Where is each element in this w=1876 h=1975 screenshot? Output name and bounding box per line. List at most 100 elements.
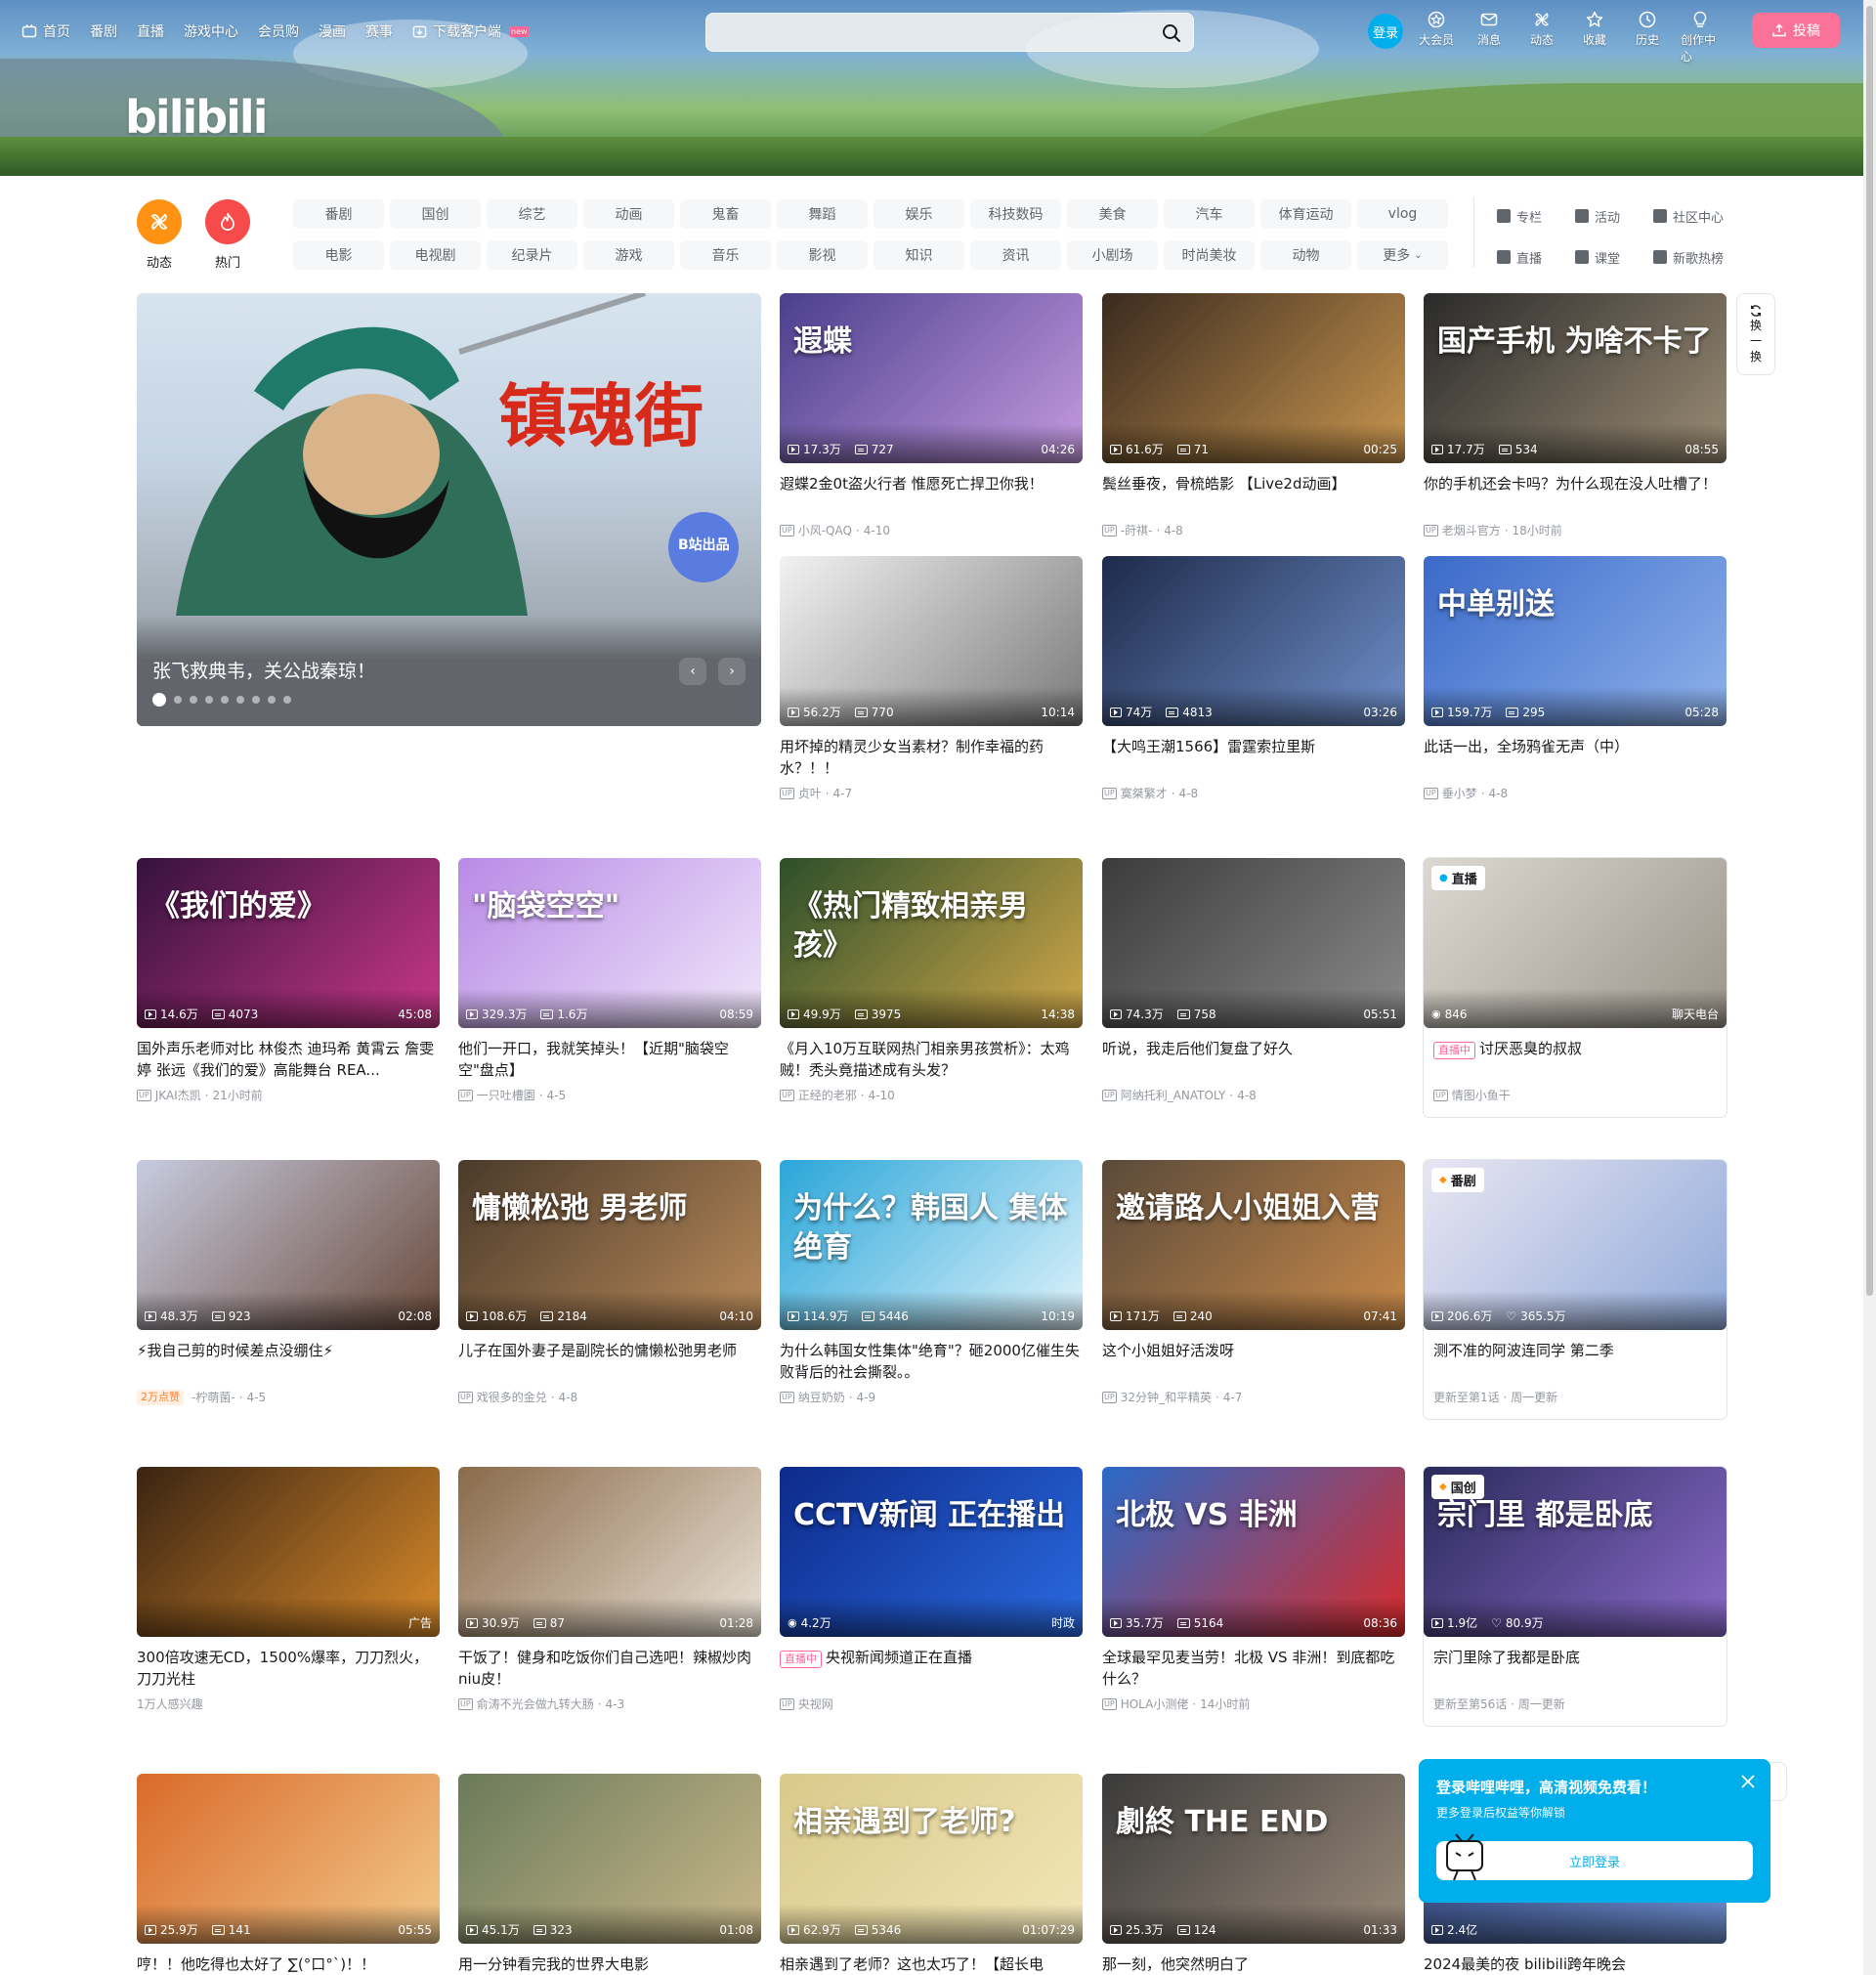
video-title-text[interactable]: 全球最罕见麦当劳！北极 VS 非洲！到底都吃什么？ (1102, 1649, 1394, 1688)
video-card[interactable]: 相亲遇到了老师? 62.9万 5346 01:07:29 相亲遇到了老师？这也太巧了！【… (780, 1774, 1083, 1975)
creator-center-link[interactable]: 创作中心 (1681, 10, 1720, 64)
video-title-text[interactable]: 《月入10万互联网热门相亲男孩赏析》：太鸡贼！秃头竟描述成有头发？ (780, 1040, 1070, 1079)
uploader-name[interactable]: 老烟斗官方 (1442, 522, 1501, 538)
uploader-name[interactable]: 一只吐槽園 (477, 1087, 535, 1103)
video-title[interactable]: 【大鸣王潮1566】雷霆索拉里斯 (1102, 736, 1405, 779)
video-card[interactable]: 45.1万 323 01:08 用一分钟看完我的世界大电影 (458, 1774, 761, 1975)
channel-item[interactable]: vlog (1357, 199, 1448, 229)
video-card[interactable]: 劇終 THE END 25.3万 124 01:33 那一刻，他突然明白了 (1102, 1774, 1405, 1975)
nav-match[interactable]: 赛事 (365, 21, 393, 41)
video-title-text[interactable]: 儿子在国外妻子是副院长的慵懒松弛男老师 (458, 1342, 737, 1359)
channel-item[interactable]: 体育运动 (1260, 199, 1351, 229)
video-card[interactable]: 25.9万 141 05:55 哼！！他吃得也太好了 ∑(°口°`)！！ (137, 1774, 440, 1975)
video-title-text[interactable]: 鬓丝垂夜，骨梳皓影 【Live2d动画】 (1102, 475, 1345, 493)
nav-manga[interactable]: 漫画 (319, 21, 346, 41)
uploader-name[interactable]: 戏很多的金兑 (477, 1389, 547, 1405)
tool-music-chart[interactable]: 新歌热榜 (1653, 242, 1751, 272)
video-title[interactable]: 鬓丝垂夜，骨梳皓影 【Live2d动画】 (1102, 473, 1405, 516)
tool-community[interactable]: 社区中心 (1653, 201, 1751, 231)
video-thumbnail[interactable]: CCTV新闻 正在播出 ◉ 4.2万 时政 (780, 1467, 1083, 1637)
carousel-dot[interactable] (190, 696, 197, 704)
nav-bangumi[interactable]: 番剧 (90, 21, 117, 41)
video-title[interactable]: 这个小姐姐好活泼呀 (1102, 1340, 1405, 1383)
history-link[interactable]: 历史 (1628, 10, 1667, 48)
uploader-name[interactable]: -柠萌菌- (192, 1389, 235, 1405)
video-thumbnail[interactable]: ● 直播 ◉ 846 聊天电台 (1424, 858, 1727, 1028)
video-thumbnail[interactable]: 宗门里 都是卧底 ◆ 国创 1.9亿 ♡ 80.9万 (1424, 1467, 1727, 1637)
channel-item[interactable]: 小剧场 (1067, 240, 1158, 270)
video-thumbnail[interactable]: 74万 4813 03:26 (1102, 556, 1405, 726)
login-avatar-button[interactable]: 登录 (1368, 14, 1403, 49)
carousel-dot[interactable] (236, 696, 244, 704)
uploader-name[interactable]: 阿纳托利_ANATOLY (1121, 1087, 1226, 1103)
channel-more-button[interactable]: 更多 ⌄ (1357, 240, 1448, 270)
video-thumbnail[interactable]: 为什么？韩国人 集体绝育 114.9万 5446 10:19 (780, 1160, 1083, 1330)
video-title[interactable]: 哼！！他吃得也太好了 ∑(°口°`)！！ (137, 1954, 440, 1975)
channel-item[interactable]: 影视 (777, 240, 868, 270)
uploader-name[interactable]: JKAI杰凯 (155, 1087, 201, 1103)
uploader-name[interactable]: 垂小梦 (1442, 785, 1477, 801)
video-title-text[interactable]: 宗门里除了我都是卧底 (1433, 1649, 1580, 1666)
video-title-text[interactable]: 2024最美的夜 bilibili跨年晚会 (1424, 1955, 1626, 1973)
chevron-right-icon[interactable]: › (718, 658, 746, 685)
video-card[interactable]: 宗门里 都是卧底 ◆ 国创 1.9亿 ♡ 80.9万 宗门里除了我都是卧底 更新至第56话 ·… (1424, 1467, 1727, 1726)
video-card[interactable]: 74.3万 758 05:51 听说，我走后他们复盘了好久 UP 阿纳托利_ANATOLY… (1102, 858, 1405, 1103)
video-thumbnail[interactable]: "脑袋空空" 329.3万 1.6万 08:59 (458, 858, 761, 1028)
video-thumbnail[interactable]: 48.3万 923 02:08 (137, 1160, 440, 1330)
video-card[interactable]: ◆ 番剧 206.6万 ♡ 365.5万 测不准的阿波连同学 第二季 更新至第1话 · 周一… (1424, 1160, 1727, 1419)
video-title-text[interactable]: 央视新闻频道正在直播 (826, 1649, 972, 1666)
video-card[interactable]: 为什么？韩国人 集体绝育 114.9万 5446 10:19 为什么韩国女性集体"绝育"… (780, 1160, 1083, 1405)
uploader-name[interactable]: 小风-QAQ (798, 522, 852, 538)
uploader-name[interactable]: 贞叶 (798, 785, 822, 801)
video-title[interactable]: ⚡我自己剪的时候差点没绷住⚡ (137, 1340, 440, 1383)
channel-item[interactable]: 综艺 (487, 199, 577, 229)
video-title-text[interactable]: 哼！！他吃得也太好了 ∑(°口°`)！！ (137, 1955, 375, 1973)
channel-item[interactable]: 电视剧 (390, 240, 481, 270)
carousel-dot[interactable] (283, 696, 291, 704)
video-card[interactable]: 遐蝶 17.3万 727 04:26 遐蝶2金0t盗火行者 惟愿死亡捍卫你我！ UP 小风-… (780, 293, 1083, 538)
channel-item[interactable]: 音乐 (680, 240, 771, 270)
refresh-button[interactable]: 换 一 换 (1736, 293, 1775, 375)
nav-game[interactable]: 游戏中心 (184, 21, 238, 41)
video-title[interactable]: 相亲遇到了老师？这也太巧了！【超长电 (780, 1954, 1083, 1975)
video-title-text[interactable]: 用一分钟看完我的世界大电影 (458, 1955, 649, 1973)
channel-item[interactable]: 美食 (1067, 199, 1158, 229)
video-title-text[interactable]: 相亲遇到了老师？这也太巧了！【超长电 (780, 1955, 1044, 1973)
channel-item[interactable]: 舞蹈 (777, 199, 868, 229)
video-card[interactable]: 邀请路人小姐姐入营 171万 240 07:41 这个小姐姐好活泼呀 UP 32分钟_和平精… (1102, 1160, 1405, 1405)
video-title[interactable]: 儿子在国外妻子是副院长的慵懒松弛男老师 (458, 1340, 761, 1383)
video-thumbnail[interactable]: 广告 (137, 1467, 440, 1637)
uploader-name[interactable]: 正经的老邪 (798, 1087, 857, 1103)
chevron-left-icon[interactable]: ‹ (679, 658, 706, 685)
channel-item[interactable]: 汽车 (1164, 199, 1255, 229)
video-thumbnail[interactable]: 慵懒松弛 男老师 108.6万 2184 04:10 (458, 1160, 761, 1330)
tool-activity[interactable]: 活动 (1575, 201, 1653, 231)
video-title-text[interactable]: 测不准的阿波连同学 第二季 (1433, 1342, 1614, 1359)
uploader-name[interactable]: 情图小鱼干 (1452, 1087, 1511, 1103)
video-card[interactable]: 56.2万 770 10:14 用坏掉的精灵少女当素材？制作幸福的药水？！！ UP 贞叶 ·… (780, 556, 1083, 801)
video-title[interactable]: 直播中 讨厌恶臭的叔叔 (1424, 1038, 1727, 1081)
channel-item[interactable]: 娱乐 (874, 199, 964, 229)
video-title[interactable]: 干饭了！健身和吃饭你们自己选吧！辣椒炒肉niu皮！ (458, 1647, 761, 1690)
tool-course[interactable]: 课堂 (1575, 242, 1653, 272)
channel-item[interactable]: 电影 (293, 240, 384, 270)
hero-carousel[interactable]: 镇魂街 B站出品 张飞救典韦，关公战秦琼！ ‹ › (137, 293, 761, 726)
video-thumbnail[interactable]: 30.9万 87 01:28 (458, 1467, 761, 1637)
channel-dynamic[interactable]: 动态 (137, 199, 182, 271)
video-title[interactable]: 那一刻，他突然明白了 (1102, 1954, 1405, 1975)
video-card[interactable]: 61.6万 71 00:25 鬓丝垂夜，骨梳皓影 【Live2d动画】 UP -莳祺- · 4… (1102, 293, 1405, 538)
video-title[interactable]: 你的手机还会卡吗？为什么现在没人吐槽了！ (1424, 473, 1727, 516)
video-title-text[interactable]: 用坏掉的精灵少女当素材？制作幸福的药水？！！ (780, 738, 1044, 777)
video-title-text[interactable]: 听说，我走后他们复盘了好久 (1102, 1040, 1293, 1057)
uploader-name[interactable]: 纳豆奶奶 (798, 1389, 845, 1405)
channel-item[interactable]: 动画 (583, 199, 674, 229)
video-thumbnail[interactable]: 相亲遇到了老师? 62.9万 5346 01:07:29 (780, 1774, 1083, 1944)
video-card[interactable]: ● 直播 ◉ 846 聊天电台 直播中 讨厌恶臭的叔叔 UP 情图小鱼干 (1424, 858, 1727, 1117)
video-card[interactable]: 广告 300倍攻速无CD，1500%爆率，刀刀烈火，刀刀光柱 1万人感兴趣 (137, 1467, 440, 1712)
messages-link[interactable]: 消息 (1470, 10, 1509, 48)
channel-item[interactable]: 资讯 (970, 240, 1061, 270)
nav-mall[interactable]: 会员购 (258, 21, 299, 41)
uploader-name[interactable]: 32分钟_和平精英 (1121, 1389, 1212, 1405)
uploader-name[interactable]: 央视网 (798, 1696, 833, 1712)
upload-button[interactable]: 投稿 (1752, 13, 1840, 48)
